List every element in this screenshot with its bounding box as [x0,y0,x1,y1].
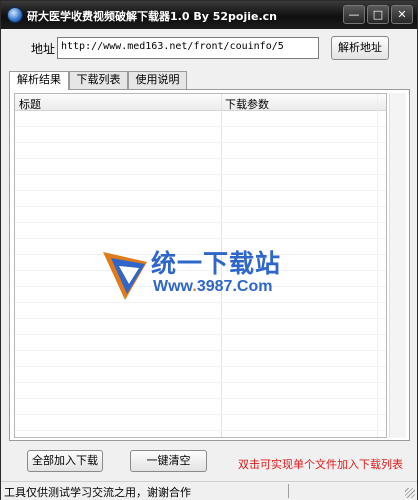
watermark-url-prefix: Www [153,278,193,295]
close-button[interactable]: ✕ [391,5,413,24]
results-list[interactable]: 标题 下载参数 统一下载站 Www.3987.Com [14,93,387,438]
tab-instructions[interactable]: 使用说明 [128,71,187,89]
list-header: 标题 下载参数 [15,94,386,111]
column-header-params[interactable]: 下载参数 [225,96,269,112]
status-divider [288,484,289,498]
resize-grip-icon[interactable] [405,488,415,498]
watermark-url: Www.3987.Com [153,278,272,296]
column-header-title[interactable]: 标题 [19,96,41,112]
clear-all-button[interactable]: 一键清空 [130,450,207,472]
address-label: 地址 [31,42,56,56]
watermark-logo: 统一下载站 Www.3987.Com [101,244,301,304]
double-click-hint: 双击可实现单个文件加入下载列表 [238,458,403,471]
maximize-button[interactable]: □ [367,5,389,24]
window-title: 研大医学收费视频破解下载器1.0 By 52pojie.cn [27,10,277,23]
tab-panel: 标题 下载参数 统一下载站 Www.3987.Com [9,89,410,441]
watermark-arrow-icon [103,252,147,300]
watermark-text: 统一下载站 [151,249,282,278]
parse-address-button[interactable]: 解析地址 [331,36,389,60]
status-bar: 工具仅供测试学习交流之用，谢谢合作 [1,481,417,500]
app-icon [7,7,23,23]
tab-download-list[interactable]: 下载列表 [69,71,128,89]
minimize-button[interactable]: — [343,5,365,24]
app-window: 研大医学收费视频破解下载器1.0 By 52pojie.cn — □ ✕ 地址 … [0,0,418,500]
title-bar[interactable]: 研大医学收费视频破解下载器1.0 By 52pojie.cn — □ ✕ [1,1,417,29]
watermark-url-rest: 3987.Com [196,278,273,295]
status-text: 工具仅供测试学习交流之用，谢谢合作 [4,486,191,499]
vertical-scrollbar[interactable] [389,93,406,438]
add-all-download-button[interactable]: 全部加入下载 [27,450,103,472]
address-input[interactable]: http://www.med163.net/front/couinfo/5 [57,37,319,59]
tab-parse-results[interactable]: 解析结果 [9,71,69,90]
